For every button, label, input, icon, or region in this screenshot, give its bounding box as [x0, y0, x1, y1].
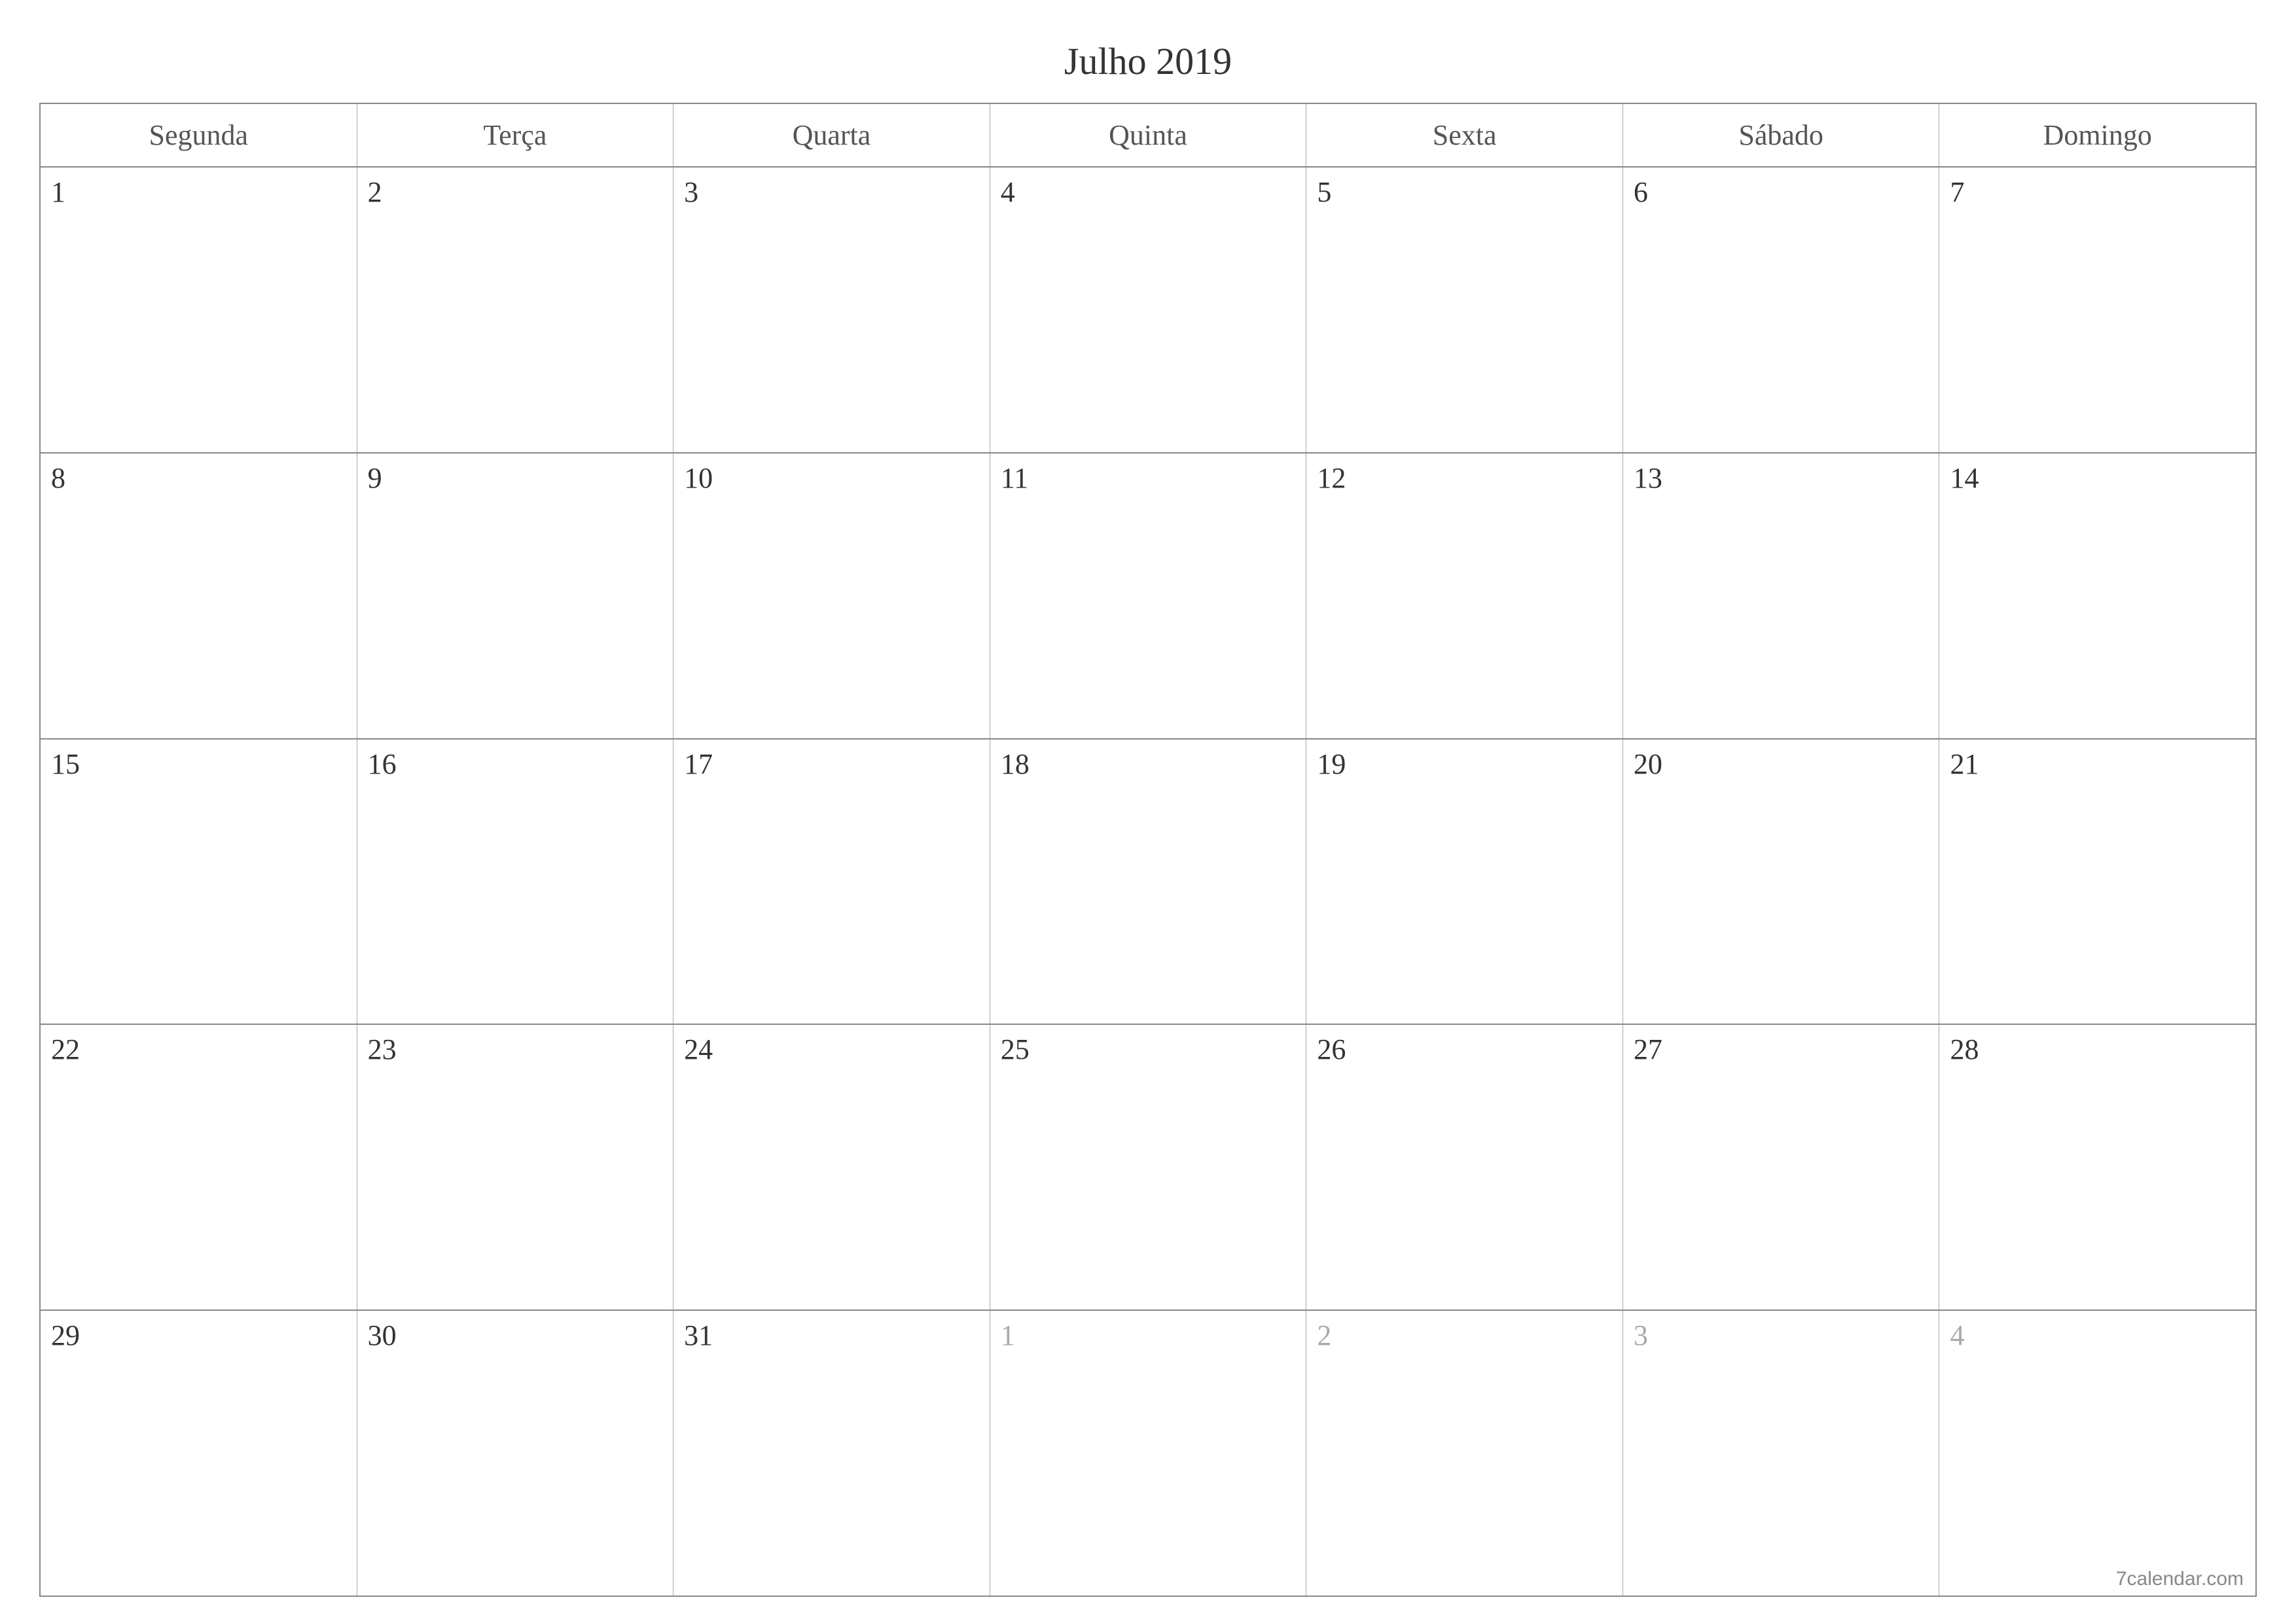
day-cell: 14 [1939, 454, 2255, 738]
day-cell: 9 [357, 454, 674, 738]
day-cell: 11 [990, 454, 1307, 738]
week-row: 1 2 3 4 5 6 7 [41, 168, 2255, 454]
day-cell-other-month: 3 [1623, 1311, 1940, 1596]
day-cell: 30 [357, 1311, 674, 1596]
day-cell: 4 [990, 168, 1307, 452]
day-cell: 13 [1623, 454, 1940, 738]
day-cell: 29 [41, 1311, 357, 1596]
day-cell: 28 [1939, 1025, 2255, 1310]
day-cell: 26 [1306, 1025, 1623, 1310]
week-row: 29 30 31 1 2 3 4 [41, 1311, 2255, 1596]
day-cell: 3 [673, 168, 990, 452]
week-row: 15 16 17 18 19 20 21 [41, 740, 2255, 1026]
day-cell: 24 [673, 1025, 990, 1310]
day-cell: 6 [1623, 168, 1940, 452]
day-cell: 8 [41, 454, 357, 738]
weekday-header: Quinta [990, 104, 1307, 166]
day-cell: 7 [1939, 168, 2255, 452]
day-cell: 27 [1623, 1025, 1940, 1310]
calendar-title: Julho 2019 [39, 39, 2257, 83]
day-cell: 20 [1623, 740, 1940, 1024]
day-cell: 18 [990, 740, 1307, 1024]
day-cell: 10 [673, 454, 990, 738]
day-cell: 2 [357, 168, 674, 452]
weekday-header: Sábado [1623, 104, 1940, 166]
day-cell-other-month: 2 [1306, 1311, 1623, 1596]
weekday-header-row: Segunda Terça Quarta Quinta Sexta Sábado… [41, 104, 2255, 168]
weekday-header: Terça [357, 104, 674, 166]
day-cell: 22 [41, 1025, 357, 1310]
weekday-header: Domingo [1939, 104, 2255, 166]
day-cell: 16 [357, 740, 674, 1024]
footer-attribution: 7calendar.com [2116, 1568, 2244, 1590]
calendar-grid: Segunda Terça Quarta Quinta Sexta Sábado… [39, 103, 2257, 1597]
day-cell-other-month: 4 [1939, 1311, 2255, 1596]
day-cell: 5 [1306, 168, 1623, 452]
weekday-header: Sexta [1306, 104, 1623, 166]
week-row: 22 23 24 25 26 27 28 [41, 1025, 2255, 1311]
weekday-header: Quarta [673, 104, 990, 166]
day-cell: 31 [673, 1311, 990, 1596]
day-cell: 23 [357, 1025, 674, 1310]
weekday-header: Segunda [41, 104, 357, 166]
day-cell: 12 [1306, 454, 1623, 738]
day-cell: 19 [1306, 740, 1623, 1024]
day-cell: 1 [41, 168, 357, 452]
week-row: 8 9 10 11 12 13 14 [41, 454, 2255, 740]
day-cell-other-month: 1 [990, 1311, 1307, 1596]
day-cell: 15 [41, 740, 357, 1024]
day-cell: 25 [990, 1025, 1307, 1310]
day-cell: 21 [1939, 740, 2255, 1024]
day-cell: 17 [673, 740, 990, 1024]
